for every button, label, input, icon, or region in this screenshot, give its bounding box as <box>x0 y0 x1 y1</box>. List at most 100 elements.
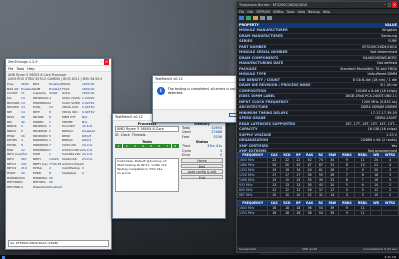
property-name: JEDEC DIMM LABEL <box>239 94 276 98</box>
free-label: Free <box>182 134 190 139</box>
timing-value: 9 <box>21 185 23 190</box>
spd-properties-list: MODULE MANUFACTURER Kingston DRAM MANUFACT… <box>237 28 399 152</box>
property-name: SERIES <box>239 39 253 43</box>
property-value: Unbuffered DIMM <box>367 72 397 76</box>
processor-value: AMD Ryzen 5 5600X 6-Core <box>115 126 179 132</box>
start-icon[interactable] <box>2 255 5 259</box>
property-value: Not programmed <box>367 149 397 152</box>
read-icon[interactable] <box>239 16 244 20</box>
test-cells: 1 2 3 4 5 6 7 8 <box>115 144 179 149</box>
timing-name: tPHYWRL <box>7 185 21 190</box>
table-cell: 18 <box>293 210 304 216</box>
menu-edit[interactable]: Edit <box>247 10 253 14</box>
menu-tools[interactable]: Tools <box>287 10 295 14</box>
free-value: 5206 <box>213 134 222 139</box>
table-cell: 4 <box>338 192 356 198</box>
property-name: MANUFACTURING DATE <box>239 61 284 65</box>
dialog-title: TestMem5 v0.12 <box>155 77 183 81</box>
property-value: 2048M x 64 (2 ranks) <box>360 138 397 142</box>
table-cell: 39 <box>325 210 340 216</box>
processor-panel: Processor AMD Ryzen 5 5600X 6-Core ID Cl… <box>115 122 179 139</box>
table-cell: 36 <box>302 210 317 216</box>
property-value: Not defined <box>377 61 397 65</box>
timing-name: PowerDown <box>33 185 49 190</box>
board-info: ASUS ROG STRIX X570-E GAMING | BIOS 4021… <box>8 77 103 81</box>
status-panel: Status Time 33m 41s Cycle 3 Error 0 <box>181 140 223 157</box>
table-cell: 10 <box>267 192 282 198</box>
menu-smbus[interactable]: SMBus <box>273 10 284 14</box>
property-value: Not determined <box>370 50 397 54</box>
property-name: PACKAGE <box>239 66 257 71</box>
taskbar: 9:25 AM <box>0 255 399 259</box>
jedec-timings-table: FREQUENCY CAS RCD RP RAS RC FAW RRDS RRDL WR WTRS … <box>237 152 399 198</box>
property-name: DIE DENSITY / COUNT <box>239 77 280 82</box>
exit-button[interactable]: Exit <box>181 174 223 180</box>
property-value: DDR4-2400T <box>375 116 397 120</box>
timing-value <box>82 185 110 190</box>
property-value: Samsung <box>381 33 397 38</box>
status-text: Completed in 0.23 sec <box>363 247 397 251</box>
property-value: FURY <box>388 39 397 43</box>
load-config-button[interactable]: Load config & exit <box>181 169 223 174</box>
spd-audit-button[interactable]: SPD Audit <box>302 247 317 252</box>
property-value: 1200 MHz (0.833 ns) <box>361 99 397 104</box>
menu-view[interactable]: View <box>297 10 305 14</box>
timing-name <box>62 185 82 190</box>
table-cell: 31 <box>315 192 327 198</box>
property-value: DDR4 SDRAM UDIMM <box>360 105 397 109</box>
table-cell: 667 MHz <box>237 192 269 198</box>
property-value: 17-17-17-39-55 <box>370 110 397 115</box>
table-cell: 2 <box>381 192 399 198</box>
table-cell: 54 <box>315 210 327 216</box>
test-cell: 4 <box>139 144 147 149</box>
settings-icon[interactable] <box>267 16 272 20</box>
property-value: Standard Monolithic 78-ball FBGA <box>340 66 397 71</box>
menu-backup[interactable]: Backup <box>308 10 320 14</box>
open-icon[interactable] <box>253 16 258 20</box>
close-button[interactable]: × <box>392 2 397 8</box>
property-value: 16 GiB (16 chips) <box>367 127 397 131</box>
property-value: 8 Gb B-die (18 nm) / 1 die <box>352 77 397 82</box>
table-row: 667 MHz 10 10 10 22 31 14 4 5 10 2 <box>237 192 399 198</box>
clock-label: Clock <box>120 133 130 137</box>
table-cell: 16 <box>267 210 282 216</box>
property-value: KF3200C16D4/16GX <box>362 44 397 49</box>
test-cell: 8 <box>171 144 179 149</box>
property-name: MODULE MANUFACTURER <box>239 28 288 32</box>
screenshot-icon[interactable] <box>260 16 265 20</box>
save-icon[interactable] <box>246 16 251 20</box>
thaiphoon-titlebar: Thaiphoon Burner : KF3200C16D4/16GX – □ … <box>237 2 399 9</box>
property-name: MODULE SERIAL NUMBER <box>239 50 288 54</box>
menu-file[interactable]: File <box>8 67 13 71</box>
property-value: Kingston <box>382 28 397 32</box>
menu-tools[interactable]: Tools <box>16 67 24 71</box>
home-button[interactable]: Home <box>181 158 223 163</box>
table-cell: 10 <box>370 192 383 198</box>
table-cell: 11 <box>354 210 372 216</box>
test-cell: 3 <box>131 144 139 149</box>
table-cell: 18 <box>280 210 295 216</box>
menu-file[interactable]: File <box>239 10 244 14</box>
tests-panel: Tests 1 2 3 4 5 6 7 8 <box>115 140 179 157</box>
menu-eeprom[interactable]: EEPROM <box>257 10 270 14</box>
property-name: CAPACITY <box>239 127 258 131</box>
error-value: 0 <box>219 152 222 157</box>
property-name: SUPPLY VOLTAGE <box>239 132 272 137</box>
property-value: Yes <box>391 143 397 148</box>
property-name: MODULE TYPE <box>239 72 267 76</box>
test-cell: 5 <box>147 144 155 149</box>
timing-row: tPHYWRL 9 PowerDown Disabled <box>7 185 110 190</box>
mail-button[interactable]: Mail <box>181 163 223 169</box>
dimm-selector-value: A2: KF3200C16D4/16GX (16GB) <box>10 241 59 245</box>
table-cell: 5 <box>354 192 372 198</box>
property-name: INPUT CLOCK FREQUENCY <box>239 99 289 104</box>
menu-help[interactable]: Help <box>323 10 330 14</box>
screenshot-button[interactable]: Screenshot <box>239 247 256 252</box>
table-cell: 9 <box>338 210 356 216</box>
dimm-selector[interactable]: A2: KF3200C16D4/16GX (16GB) <box>8 240 109 247</box>
property-name: DRAM MANUFACTURER <box>239 33 283 38</box>
menu-help[interactable]: Help <box>27 67 34 71</box>
thaiphoon-title: Thaiphoon Burner : KF3200C16D4/16GX <box>239 3 308 7</box>
table-cell <box>381 210 399 216</box>
close-button[interactable]: × <box>104 59 109 65</box>
